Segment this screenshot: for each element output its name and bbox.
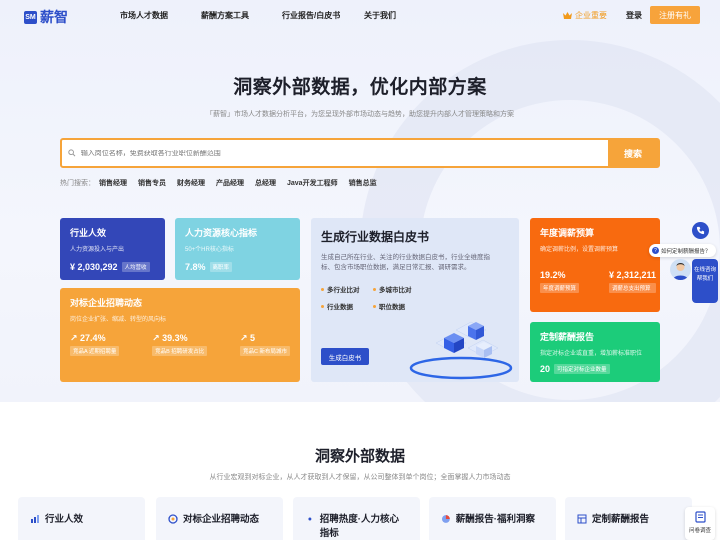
login-link[interactable]: 登录 xyxy=(626,10,642,21)
card-value: 20 xyxy=(540,364,551,374)
survey-icon xyxy=(694,511,706,523)
logo[interactable]: SM 薪智 xyxy=(24,7,68,27)
nav-about[interactable]: 关于我们 xyxy=(364,10,396,21)
advisor-avatar-icon xyxy=(673,263,688,280)
search-bar: 搜索 xyxy=(60,138,660,168)
section-subtitle: 从行业宏观到对标企业，从人才获取到人才保留，从公司整体到单个岗位；全面掌握人力市… xyxy=(209,474,511,481)
card-description: 生成自己所在行业、关注的行业数据白皮书，行业全维度指标、包含市场职位数据，满足日… xyxy=(321,254,490,271)
phone-button[interactable] xyxy=(692,222,709,239)
nav-enterprise[interactable]: 企业重要 xyxy=(563,10,607,21)
card-tag: 离职率 xyxy=(209,262,233,272)
card-hr-metrics[interactable]: 人力资源核心指标 50+个HR核心指标 7.8% 离职率 xyxy=(175,218,300,280)
card-custom-report[interactable]: 定制薪酬报告 指定对标企业或直重，增加薪标准职位 20 可指定对标企业数量 xyxy=(530,322,660,382)
feature-card-title: 招聘热度·人力核心指标 xyxy=(319,514,399,540)
dot-icon xyxy=(308,517,312,521)
stat-label: 竞品C 新布局城市 xyxy=(239,346,290,356)
nav-enterprise-label: 企业重要 xyxy=(575,11,607,20)
search-field[interactable] xyxy=(62,140,608,166)
stat-value: ↗ 39.3% xyxy=(152,333,188,343)
hot-item[interactable]: Java开发工程师 xyxy=(287,178,338,188)
generate-whitepaper-button[interactable]: 生成白皮书 xyxy=(321,348,369,365)
consult-tab-line1: 在线咨询 xyxy=(693,267,716,273)
stat-label: 竞品B 招聘研发占比 xyxy=(152,346,208,356)
help-bubble[interactable]: ? 如何定制薪酬报告？ xyxy=(649,244,716,257)
feature-item: 行业数据 xyxy=(321,301,353,311)
search-button[interactable]: 搜索 xyxy=(608,140,658,166)
card-subtitle: 确定调薪比例，设置调薪预算 xyxy=(540,247,619,253)
hot-label: 热门搜索： xyxy=(60,180,95,187)
search-input[interactable] xyxy=(80,149,608,157)
feature-card-title: 薪酬报告·福利洞察 xyxy=(455,514,535,525)
stat-label: 竞品A 近期招聘量 xyxy=(70,346,120,356)
card-title: 对标企业招聘动态 xyxy=(70,298,143,308)
card-subtitle: 50+个HR核心指标 xyxy=(185,247,234,253)
feature-card-title: 行业人效 xyxy=(45,514,84,525)
feature-card-recruit[interactable]: 对标企业招聘动态 xyxy=(156,497,283,540)
feature-card-hot[interactable]: 招聘热度·人力核心指标 xyxy=(293,497,420,540)
nav-reports[interactable]: 行业报告/白皮书 xyxy=(282,10,340,21)
top-nav: SM 薪智 市场人才数据 薪酬方案工具 行业报告/白皮书 关于我们 企业重要 登… xyxy=(0,0,720,30)
nav-market-data[interactable]: 市场人才数据 xyxy=(120,10,168,21)
stat-value: 19.2% xyxy=(540,270,566,280)
consult-tab[interactable]: 在线咨询 帮我们 xyxy=(692,259,718,303)
phone-icon xyxy=(696,226,705,235)
logo-mark-icon: SM xyxy=(24,10,37,24)
card-talent-efficiency[interactable]: 行业人效 人力资源投入与产出 ¥ 2,030,292 人均营收 xyxy=(60,218,165,280)
search-icon xyxy=(68,149,76,157)
survey-button[interactable]: 问卷调查 xyxy=(685,507,715,540)
table-icon xyxy=(577,514,587,524)
feature-card-welfare[interactable]: 薪酬报告·福利洞察 xyxy=(429,497,556,540)
hot-item[interactable]: 销售专员 xyxy=(138,178,166,188)
hot-item[interactable]: 销售总监 xyxy=(349,178,377,188)
section-title: 洞察外部数据 xyxy=(314,448,405,465)
feature-card-title: 对标企业招聘动态 xyxy=(183,514,260,525)
card-title: 行业人效 xyxy=(70,228,107,238)
card-title: 定制薪酬报告 xyxy=(540,332,595,342)
target-icon xyxy=(168,514,178,524)
card-tag: 可指定对标企业数量 xyxy=(554,364,610,374)
feature-item: 职位数据 xyxy=(373,301,405,311)
crown-icon xyxy=(563,12,572,19)
stat-value: ↗ 5 xyxy=(239,333,256,343)
help-bubble-text: 如何定制薪酬报告？ xyxy=(661,248,711,255)
card-subtitle: 岗位企业扩张、缩减、转型的风向标 xyxy=(70,317,167,323)
feature-item: 多行业比对 xyxy=(321,284,360,294)
chart-bars-icon xyxy=(31,515,39,523)
card-value: ¥ 2,030,292 xyxy=(70,262,118,272)
card-whitepaper[interactable]: 生成行业数据白皮书 生成自己所在行业、关注的行业数据白皮书，行业全维度指标、包含… xyxy=(311,218,519,382)
survey-label: 问卷调查 xyxy=(688,528,711,534)
cubes-illustration-icon xyxy=(409,321,513,380)
card-salary-budget[interactable]: 年度调薪预算 确定调薪比例，设置调薪预算 19.2% 年度调薪预算 ¥ 2,31… xyxy=(530,218,660,312)
feature-item: 多城市比对 xyxy=(373,284,412,294)
stat-label: 调薪总支出预算 xyxy=(609,283,657,293)
hero-title: 洞察外部数据，优化内部方案 xyxy=(233,77,487,98)
feature-card-title: 定制薪酬报告 xyxy=(592,514,650,525)
hot-item[interactable]: 总经理 xyxy=(255,178,276,188)
pie-icon xyxy=(441,515,450,523)
card-title: 人力资源核心指标 xyxy=(185,228,258,238)
stat-label: 年度调薪预算 xyxy=(540,283,580,293)
card-subtitle: 指定对标企业或直重，增加薪标准职位 xyxy=(540,351,643,357)
consult-tab-line2: 帮我们 xyxy=(696,276,714,283)
question-icon: ? xyxy=(652,247,659,254)
stat-value: ¥ 2,312,211 xyxy=(609,270,657,280)
hero-subtitle: 「薪智」市场人才数据分析平台，为您呈现外部市场动态与趋势，助您提升内部人才管理策… xyxy=(206,111,514,118)
hot-searches: 热门搜索： 销售经理 销售专员 财务经理 产品经理 总经理 Java开发工程师 … xyxy=(60,178,377,188)
feature-card-efficiency[interactable]: 行业人效 xyxy=(18,497,145,540)
hot-item[interactable]: 销售经理 xyxy=(99,178,127,188)
logo-text: 薪智 xyxy=(40,9,68,25)
card-title: 生成行业数据白皮书 xyxy=(321,230,430,244)
advisor-avatar[interactable] xyxy=(670,259,691,280)
feature-card-custom[interactable]: 定制薪酬报告 xyxy=(565,497,692,540)
register-button[interactable]: 注册有礼 xyxy=(650,6,700,24)
card-title: 年度调薪预算 xyxy=(540,228,595,238)
card-value: 7.8% xyxy=(185,262,206,272)
card-recruit-trends[interactable]: 对标企业招聘动态 岗位企业扩张、缩减、转型的风向标 ↗ 27.4% 竞品A 近期… xyxy=(60,288,300,382)
nav-salary-tools[interactable]: 薪酬方案工具 xyxy=(201,10,249,21)
card-subtitle: 人力资源投入与产出 xyxy=(70,247,125,253)
hot-item[interactable]: 产品经理 xyxy=(216,178,244,188)
stat-value: ↗ 27.4% xyxy=(70,333,106,343)
card-tag: 人均营收 xyxy=(121,262,150,272)
hot-item[interactable]: 财务经理 xyxy=(177,178,205,188)
